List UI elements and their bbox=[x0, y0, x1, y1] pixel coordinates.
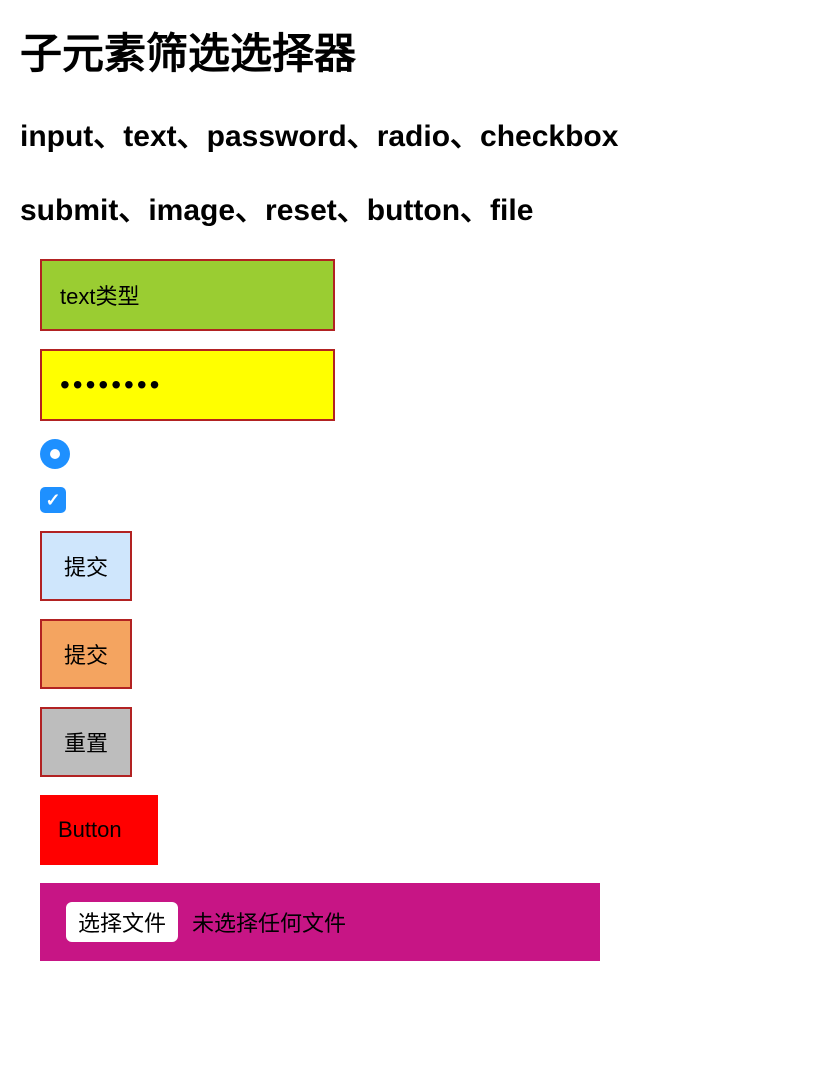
radio-input[interactable] bbox=[40, 439, 70, 469]
radio-dot-icon bbox=[50, 449, 60, 459]
reset-button[interactable]: 重置 bbox=[40, 707, 132, 777]
generic-button[interactable]: Button bbox=[40, 795, 158, 865]
subheading-1: input、text、password、radio、checkbox bbox=[20, 111, 812, 155]
file-choose-button[interactable]: 选择文件 bbox=[66, 902, 178, 942]
file-input[interactable]: 选择文件 未选择任何文件 bbox=[40, 883, 600, 961]
checkbox-input[interactable]: ✓ bbox=[40, 487, 66, 513]
submit-button-1[interactable]: 提交 bbox=[40, 531, 132, 601]
subheading-2: submit、image、reset、button、file bbox=[20, 185, 812, 229]
check-icon: ✓ bbox=[45, 490, 60, 511]
submit-button-2[interactable]: 提交 bbox=[40, 619, 132, 689]
password-input[interactable] bbox=[40, 349, 335, 421]
text-input[interactable] bbox=[40, 259, 335, 331]
file-status-text: 未选择任何文件 bbox=[192, 906, 346, 938]
page-title: 子元素筛选选择器 bbox=[20, 20, 812, 81]
